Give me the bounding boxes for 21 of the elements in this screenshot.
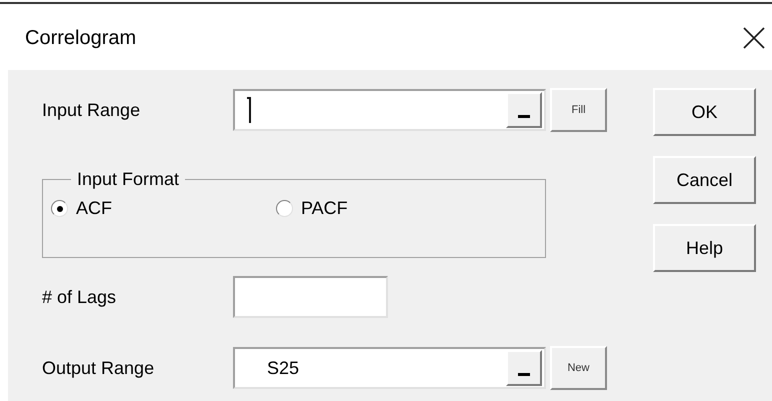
field-label: Input Range	[42, 98, 142, 122]
minimize-icon	[518, 115, 530, 118]
group-title: Input Format	[76, 168, 180, 191]
collapse-button[interactable]	[506, 92, 542, 128]
output-range-field[interactable]: S25	[233, 347, 546, 389]
radio-option[interactable]: ACF	[51, 195, 276, 222]
range-button[interactable]: New	[550, 346, 607, 390]
window-title: Correlogram	[25, 26, 136, 51]
collapse-button[interactable]	[506, 350, 542, 386]
close-icon[interactable]	[742, 26, 766, 50]
field-value: S25	[267, 356, 300, 380]
field-label: # of Lags	[42, 286, 118, 309]
dialog-button[interactable]: Help	[653, 224, 756, 272]
dialog-button[interactable]: Cancel	[653, 156, 756, 204]
minimize-icon	[518, 373, 530, 376]
range-button[interactable]: Fill	[550, 88, 607, 132]
lags-field[interactable]	[233, 276, 388, 318]
dialog-button[interactable]: OK	[653, 88, 756, 136]
radio-option[interactable]: PACF	[276, 195, 501, 222]
field-label: Output Range	[42, 356, 156, 380]
input-range-field[interactable]	[233, 89, 546, 131]
